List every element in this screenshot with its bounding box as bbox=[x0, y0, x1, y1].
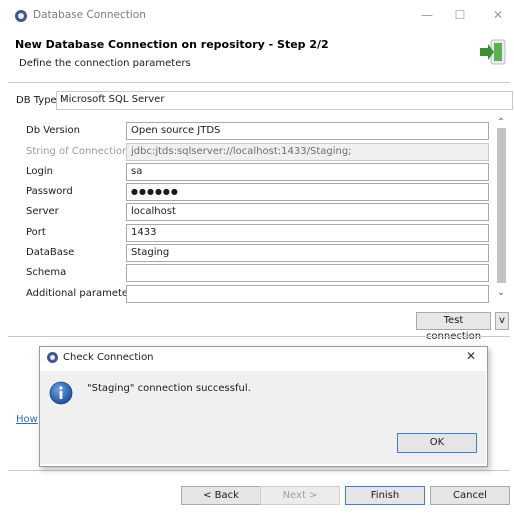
server-label: Server bbox=[26, 206, 59, 217]
dialog-close-icon[interactable]: ✕ bbox=[463, 349, 479, 363]
finish-button[interactable]: Finish bbox=[345, 486, 425, 505]
connection-string-label: String of Connection bbox=[26, 146, 129, 157]
server-input[interactable]: localhost bbox=[126, 203, 489, 221]
database-input[interactable]: Staging bbox=[126, 244, 489, 262]
connection-string-field: jdbc:jtds:sqlserver://localhost:1433/Sta… bbox=[126, 143, 489, 161]
dialog-title: Check Connection bbox=[63, 352, 154, 363]
db-version-label: Db Version bbox=[26, 125, 80, 136]
schema-input[interactable] bbox=[126, 264, 489, 282]
db-type-select[interactable]: Microsoft SQL Server ⌵ bbox=[56, 91, 513, 110]
login-value: sa bbox=[131, 166, 143, 177]
minimize-button[interactable]: — bbox=[416, 6, 438, 24]
footer-divider bbox=[8, 470, 510, 471]
test-connection-button[interactable]: Test connection bbox=[416, 312, 491, 342]
additional-parameters-input[interactable] bbox=[126, 285, 489, 303]
app-icon bbox=[15, 10, 27, 22]
database-wizard-icon bbox=[478, 34, 512, 70]
port-label: Port bbox=[26, 227, 46, 238]
dialog-message: "Staging" connection successful. bbox=[87, 383, 251, 394]
expand-button[interactable]: v bbox=[495, 312, 509, 330]
password-value: ●●●●●● bbox=[131, 187, 179, 196]
scroll-up-icon[interactable]: ⌃ bbox=[495, 117, 507, 128]
connection-string-value: jdbc:jtds:sqlserver://localhost:1433/Sta… bbox=[131, 146, 352, 157]
close-button[interactable]: ✕ bbox=[487, 6, 509, 24]
db-type-label: DB Type bbox=[16, 95, 57, 106]
page-title: New Database Connection on repository - … bbox=[15, 38, 329, 51]
port-value: 1433 bbox=[131, 227, 157, 238]
port-input[interactable]: 1433 bbox=[126, 224, 489, 242]
additional-parameters-label: Additional parameters bbox=[26, 288, 138, 299]
server-value: localhost bbox=[131, 206, 176, 217]
info-icon bbox=[49, 381, 73, 405]
next-button[interactable]: Next > bbox=[260, 486, 340, 505]
help-link[interactable]: How bbox=[16, 414, 38, 425]
maximize-button[interactable]: ☐ bbox=[449, 6, 471, 24]
db-version-select[interactable]: Open source JTDS ⌵ bbox=[126, 122, 489, 140]
password-input[interactable]: ●●●●●● bbox=[126, 183, 489, 201]
back-button[interactable]: < Back bbox=[181, 486, 261, 505]
database-value: Staging bbox=[131, 247, 170, 258]
header-divider bbox=[8, 82, 510, 83]
login-input[interactable]: sa bbox=[126, 163, 489, 181]
scroll-down-icon[interactable]: ⌄ bbox=[495, 287, 507, 298]
chevron-down-icon: ⌵ bbox=[60, 94, 68, 105]
login-label: Login bbox=[26, 166, 53, 177]
window-title: Database Connection bbox=[33, 9, 146, 21]
page-subtitle: Define the connection parameters bbox=[19, 58, 191, 69]
schema-label: Schema bbox=[26, 267, 67, 278]
scrollbar-thumb[interactable] bbox=[497, 128, 506, 283]
cancel-button[interactable]: Cancel bbox=[430, 486, 510, 505]
app-icon bbox=[47, 352, 58, 363]
chevron-down-icon: ⌵ bbox=[131, 125, 139, 136]
password-label: Password bbox=[26, 186, 73, 197]
form-divider bbox=[8, 336, 510, 337]
ok-button[interactable]: OK bbox=[397, 433, 477, 453]
database-label: DataBase bbox=[26, 247, 75, 258]
